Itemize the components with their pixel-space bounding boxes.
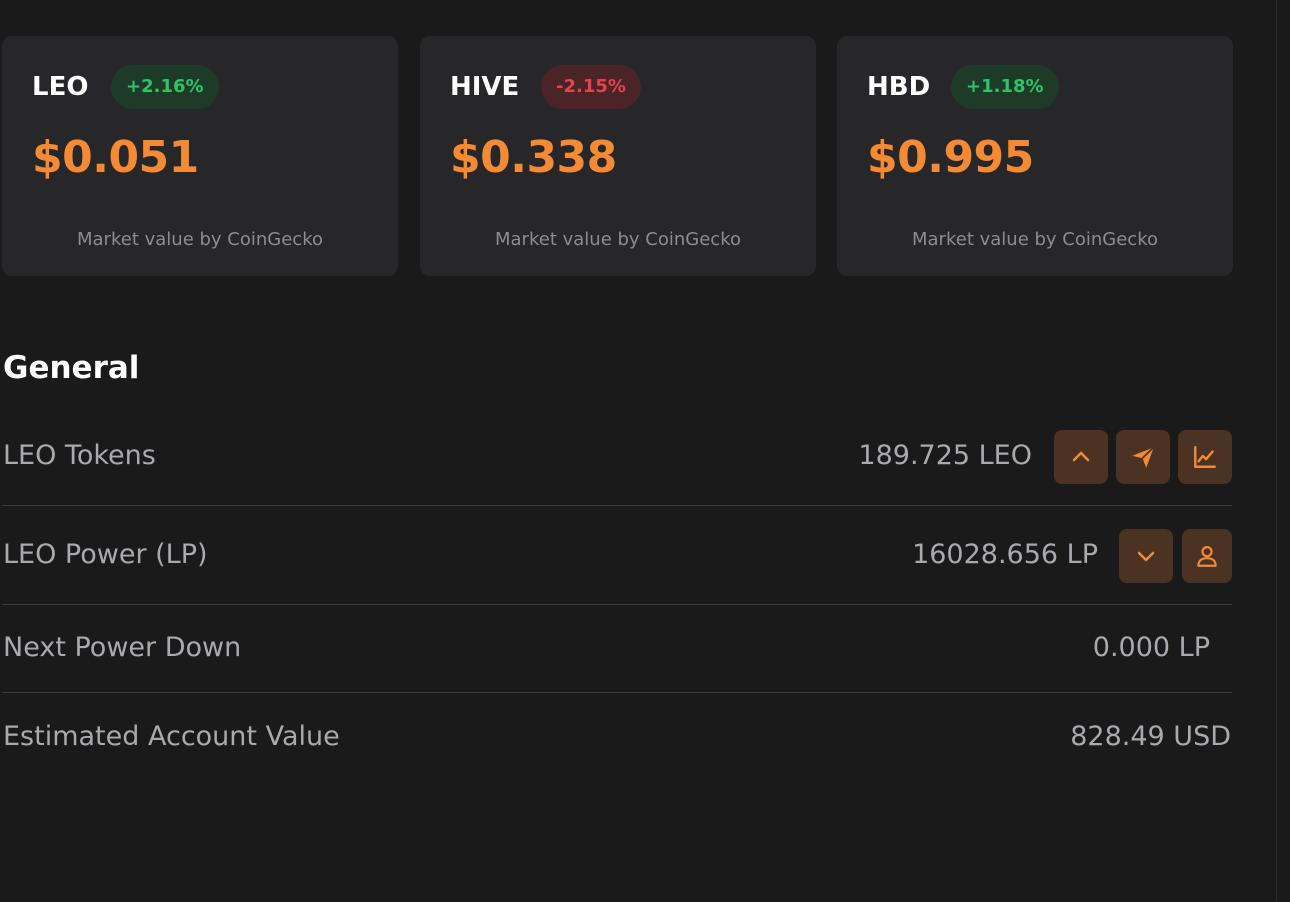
row-value: 16028.656 LP xyxy=(912,539,1098,570)
change-badge: +1.18% xyxy=(951,65,1059,109)
coin-price: $0.338 xyxy=(450,132,617,183)
price-cards: LEO +2.16% $0.051 Market value by CoinGe… xyxy=(2,36,1233,276)
market-source-note: Market value by CoinGecko xyxy=(77,229,323,250)
row-label: LEO Power (LP) xyxy=(3,539,208,570)
row-label: LEO Tokens xyxy=(3,440,156,471)
row-divider xyxy=(2,604,1232,605)
delegate-button[interactable] xyxy=(1182,529,1232,583)
market-source-note: Market value by CoinGecko xyxy=(912,229,1158,250)
coin-symbol: HIVE xyxy=(450,72,520,102)
chart-line-icon xyxy=(1194,446,1216,468)
user-icon xyxy=(1197,546,1217,567)
coin-price: $0.051 xyxy=(32,132,199,183)
power-up-button[interactable] xyxy=(1054,430,1108,484)
chevron-up-icon xyxy=(1072,451,1090,462)
power-down-button[interactable] xyxy=(1119,529,1173,583)
send-icon xyxy=(1132,446,1155,468)
row-next-power-down: Next Power Down 0.000 LP xyxy=(2,624,1232,674)
coin-symbol: HBD xyxy=(867,72,931,102)
price-card-leo: LEO +2.16% $0.051 Market value by CoinGe… xyxy=(2,36,398,276)
row-label: Estimated Account Value xyxy=(3,721,340,752)
coin-price: $0.995 xyxy=(867,132,1034,183)
chevron-down-icon xyxy=(1137,551,1155,562)
market-chart-button[interactable] xyxy=(1178,430,1232,484)
row-value: 189.725 LEO xyxy=(858,440,1032,471)
transfer-button[interactable] xyxy=(1116,430,1170,484)
row-label: Next Power Down xyxy=(3,632,242,663)
section-title-general: General xyxy=(3,350,140,386)
wallet-page: LEO +2.16% $0.051 Market value by CoinGe… xyxy=(0,0,1290,902)
coin-symbol: LEO xyxy=(32,72,89,102)
row-estimated-value: Estimated Account Value 828.49 USD xyxy=(2,713,1232,763)
change-badge: +2.16% xyxy=(111,65,219,109)
row-value: 828.49 USD xyxy=(1070,721,1231,752)
row-divider xyxy=(2,692,1232,693)
price-card-hbd: HBD +1.18% $0.995 Market value by CoinGe… xyxy=(837,36,1233,276)
row-leo-power: LEO Power (LP) 16028.656 LP xyxy=(2,529,1232,583)
sidebar-divider xyxy=(1276,0,1277,902)
change-badge: -2.15% xyxy=(541,65,641,109)
row-leo-tokens: LEO Tokens 189.725 LEO xyxy=(2,430,1232,484)
row-divider xyxy=(2,505,1232,506)
row-value: 0.000 LP xyxy=(1092,632,1210,663)
market-source-note: Market value by CoinGecko xyxy=(495,229,741,250)
price-card-hive: HIVE -2.15% $0.338 Market value by CoinG… xyxy=(420,36,816,276)
